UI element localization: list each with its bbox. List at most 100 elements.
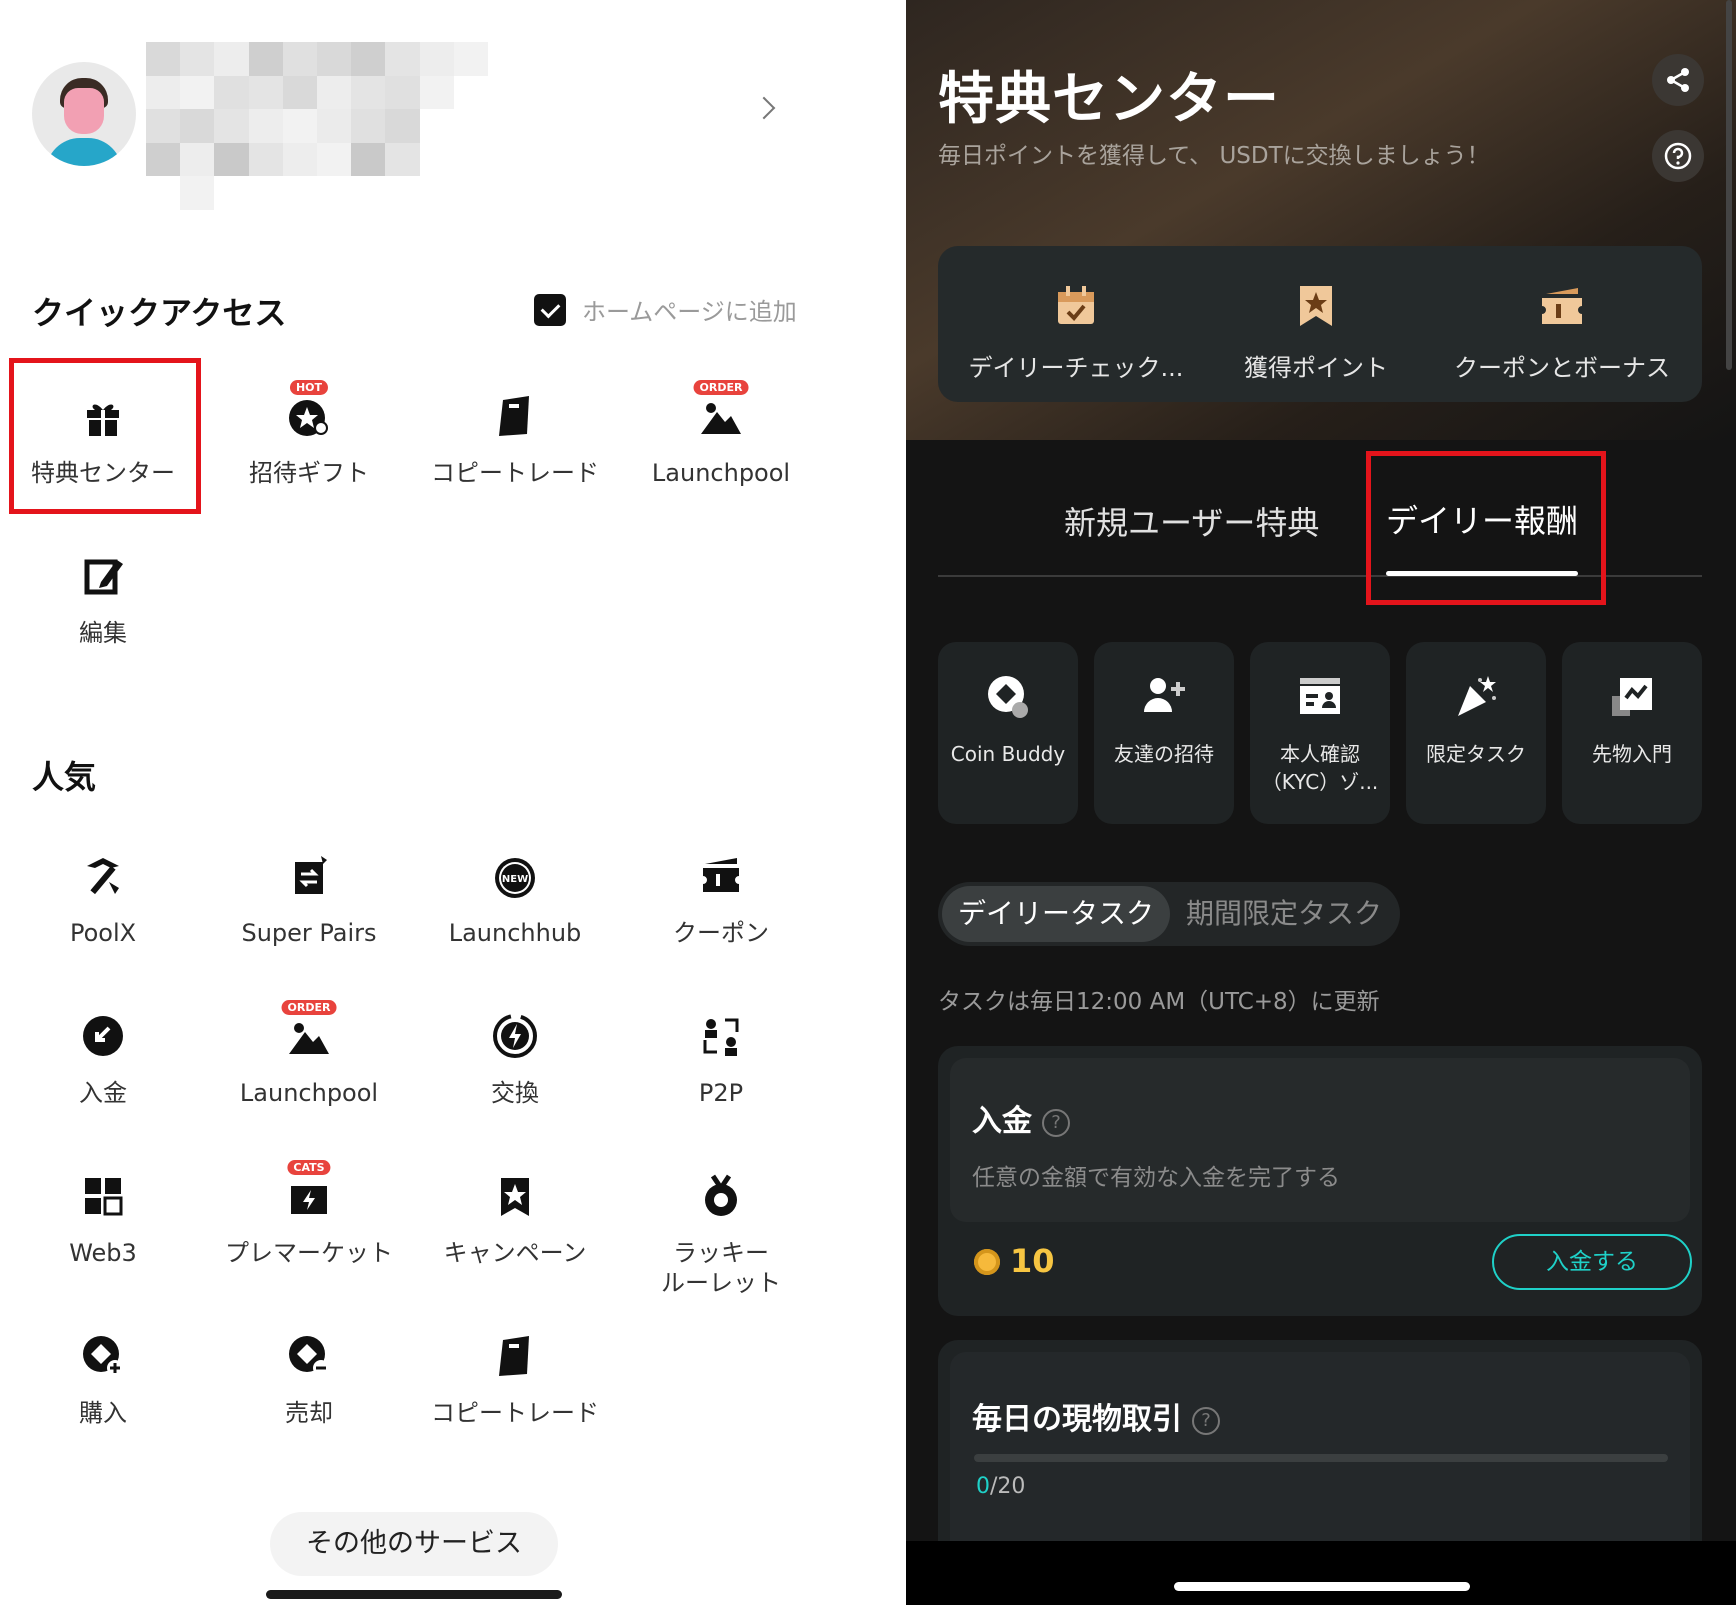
popular-item-sell[interactable]: 売却: [206, 1332, 412, 1428]
popular-item-super-pairs[interactable]: Super Pairs: [206, 852, 412, 948]
medal-icon: [697, 1172, 745, 1220]
progress-bar: [974, 1454, 1668, 1462]
popular-title: 人気: [32, 758, 97, 796]
feature-label: 獲得ポイント: [1244, 354, 1388, 382]
id-card-icon: [1296, 672, 1344, 720]
popular-item-lucky-roulette[interactable]: ラッキー ルーレット: [618, 1172, 824, 1298]
feature-earned-points[interactable]: 獲得ポイント: [1216, 282, 1416, 383]
premarket-icon: CATS: [285, 1160, 333, 1220]
checkbox-checked-icon[interactable]: [534, 293, 566, 326]
quick-item-edit[interactable]: 編集: [0, 552, 206, 648]
popular-item-premarket[interactable]: CATS プレマーケット: [206, 1160, 412, 1268]
task-tile-coin-buddy[interactable]: Coin Buddy: [938, 642, 1078, 824]
progress-count: 0/20: [976, 1474, 1026, 1499]
popular-item-launchhub[interactable]: NEW Launchhub: [412, 852, 618, 948]
mountain-icon: ORDER: [281, 1000, 337, 1060]
add-to-home-toggle[interactable]: ホームページに追加: [534, 292, 797, 327]
task-tile-limited-tasks[interactable]: 限定タスク: [1406, 642, 1546, 824]
hot-badge: HOT: [289, 380, 329, 395]
bookmark-star-icon: [1292, 282, 1340, 330]
quick-access-title: クイックアクセス: [32, 294, 287, 332]
popular-item-deposit[interactable]: 入金: [0, 1012, 206, 1108]
copy-card-icon: [491, 1332, 539, 1380]
scrollbar[interactable]: [1726, 0, 1732, 370]
segment-daily-tasks[interactable]: デイリータスク: [942, 886, 1170, 942]
popular-item-label: キャンペーン: [443, 1239, 587, 1267]
segment-limited-tasks[interactable]: 期間限定タスク: [1186, 886, 1382, 942]
share-button[interactable]: [1652, 54, 1704, 106]
popular-item-convert[interactable]: 交換: [412, 1012, 618, 1108]
popular-item-label: ラッキー ルーレット: [661, 1239, 781, 1297]
chevron-right-icon[interactable]: [752, 96, 776, 120]
task-tile-invite-friends[interactable]: 友達の招待: [1094, 642, 1234, 824]
feature-card: デイリーチェック... 獲得ポイント クーポンとボーナス: [938, 246, 1702, 402]
task-tile-futures-intro[interactable]: 先物入門: [1562, 642, 1702, 824]
popular-item-poolx[interactable]: PoolX: [0, 852, 206, 948]
task-tile-label: 本人確認 （KYC）ゾ...: [1261, 742, 1379, 794]
popular-item-label: Launchhub: [448, 919, 582, 947]
feature-label: デイリーチェック...: [968, 354, 1184, 382]
blurred-profile-info: [146, 42, 488, 210]
quick-item-copy-trade[interactable]: コピートレード: [412, 392, 618, 488]
web3-icon: [79, 1172, 127, 1220]
task-description: 任意の金額で有効な入金を完了する: [972, 1165, 1340, 1191]
home-indicator[interactable]: [1174, 1582, 1470, 1591]
highlight-annotation: [1366, 451, 1606, 605]
popular-item-p2p[interactable]: P2P: [618, 1012, 824, 1108]
popular-item-label: 売却: [285, 1399, 333, 1427]
quick-item-invite-gift[interactable]: HOT 招待ギフト: [206, 380, 412, 488]
popular-item-web3[interactable]: Web3: [0, 1172, 206, 1268]
task-tile-label: 限定タスク: [1426, 742, 1526, 766]
tab-new-user-rewards[interactable]: 新規ユーザー特典: [1064, 498, 1319, 544]
task-title: 毎日の現物取引?: [972, 1394, 1220, 1438]
svg-text:NEW: NEW: [502, 874, 528, 885]
task-type-segment: デイリータスク 期間限定タスク: [938, 882, 1400, 946]
p2p-icon: [697, 1012, 745, 1060]
pickaxe-icon: [79, 852, 127, 900]
info-icon[interactable]: ?: [1192, 1406, 1220, 1435]
invite-star-icon: HOT: [285, 380, 333, 440]
popular-item-label: Launchpool: [239, 1079, 379, 1107]
avatar[interactable]: [32, 62, 136, 166]
info-icon[interactable]: ?: [1042, 1108, 1070, 1137]
help-button[interactable]: [1652, 130, 1704, 182]
reward-points: 10: [1010, 1242, 1055, 1280]
order-badge: ORDER: [693, 380, 749, 395]
quick-item-label: コピートレード: [431, 459, 599, 487]
task-tile-label: Coin Buddy: [950, 742, 1066, 766]
feature-coupons-bonus[interactable]: クーポンとボーナス: [1442, 282, 1682, 383]
update-note: タスクは毎日12:00 AM（UTC+8）に更新: [938, 989, 1380, 1015]
quick-item-launchpool[interactable]: ORDER Launchpool: [618, 380, 824, 488]
add-friend-icon: [1140, 672, 1188, 720]
page-subtitle: 毎日ポイントを獲得して、 USDTに交換しましょう！: [938, 143, 1490, 169]
home-indicator[interactable]: [266, 1590, 562, 1599]
more-services-button[interactable]: その他のサービス: [270, 1512, 558, 1576]
popular-item-label: Super Pairs: [241, 919, 377, 947]
cats-badge: CATS: [287, 1160, 331, 1175]
coupon-icon: [1538, 282, 1586, 330]
new-icon: NEW: [491, 852, 539, 900]
coin-buddy-icon: [984, 672, 1032, 720]
order-badge: ORDER: [281, 1000, 337, 1015]
edit-icon: [79, 552, 127, 600]
page-title: 特典センター: [938, 67, 1280, 132]
popular-item-launchpool[interactable]: ORDER Launchpool: [206, 1000, 412, 1108]
feature-daily-checkin[interactable]: デイリーチェック...: [966, 282, 1186, 383]
task-title: 入金?: [972, 1096, 1070, 1140]
convert-icon: [491, 1012, 539, 1060]
task-tile-kyc[interactable]: 本人確認 （KYC）ゾ...: [1250, 642, 1390, 824]
quick-item-label: 招待ギフト: [249, 459, 369, 487]
coin-icon: [974, 1249, 1000, 1275]
futures-chart-icon: [1608, 672, 1656, 720]
mountain-icon: ORDER: [693, 380, 749, 440]
ticket-icon: [697, 852, 745, 900]
popular-item-campaign[interactable]: キャンペーン: [412, 1172, 618, 1268]
task-tile-label: 先物入門: [1592, 742, 1672, 766]
popular-item-label: 交換: [491, 1079, 539, 1107]
popular-item-label: P2P: [698, 1079, 744, 1107]
popular-item-copy-trade[interactable]: コピートレード: [412, 1332, 618, 1428]
popular-item-buy[interactable]: 購入: [0, 1332, 206, 1428]
deposit-button[interactable]: 入金する: [1492, 1234, 1692, 1290]
popular-item-coupon[interactable]: クーポン: [618, 852, 824, 948]
feature-label: クーポンとボーナス: [1454, 354, 1670, 382]
